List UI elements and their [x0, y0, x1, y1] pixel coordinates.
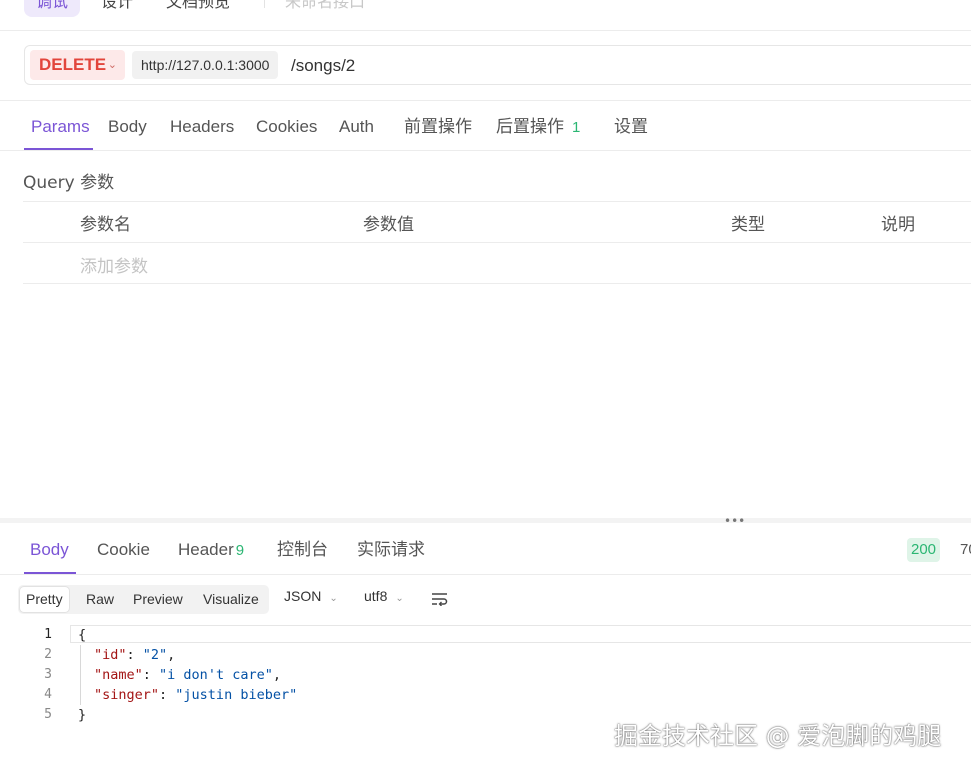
chevron-down-icon: ⌄: [107, 59, 117, 71]
divider: [0, 150, 971, 151]
panel-splitter[interactable]: [0, 518, 971, 523]
response-tab-header[interactable]: Header 9: [178, 533, 244, 567]
divider: [23, 283, 971, 284]
tab-cookies[interactable]: Cookies: [256, 110, 317, 144]
chevron-down-icon: ⌄: [395, 593, 404, 604]
tab-settings[interactable]: 设置: [614, 110, 648, 144]
tab-unnamed-api[interactable]: 未命名接口: [285, 0, 365, 17]
drag-handle-icon[interactable]: •••: [724, 515, 745, 527]
format-preview[interactable]: Preview: [127, 587, 189, 612]
tab-pre-operations[interactable]: 前置操作: [404, 110, 472, 144]
tab-auth[interactable]: Auth: [339, 110, 374, 144]
format-raw[interactable]: Raw: [80, 587, 120, 612]
word-wrap-icon[interactable]: [431, 592, 449, 606]
code-line: {: [78, 627, 87, 643]
response-time: 70: [960, 541, 971, 558]
status-badge: 200: [907, 538, 940, 562]
line-number: 3: [44, 667, 52, 682]
divider: [0, 574, 971, 575]
divider: [0, 100, 971, 101]
indent-guide: [80, 645, 81, 705]
current-line-highlight: [70, 625, 971, 643]
response-tab-cookie[interactable]: Cookie: [97, 533, 150, 567]
tab-headers[interactable]: Headers: [170, 110, 234, 144]
line-number: 5: [44, 707, 52, 722]
response-tab-actual-request[interactable]: 实际请求: [357, 533, 425, 567]
line-number: 4: [44, 687, 52, 702]
column-description: 说明: [881, 215, 915, 235]
code-line: "name": "i don't care",: [94, 667, 281, 683]
format-pretty[interactable]: Pretty: [20, 587, 69, 612]
response-tab-console[interactable]: 控制台: [277, 533, 328, 567]
encoding-select[interactable]: utf8 ⌄: [364, 588, 404, 604]
tab-post-operations[interactable]: 后置操作 1: [496, 110, 580, 144]
add-param-input[interactable]: 添加参数: [80, 252, 148, 277]
column-type: 类型: [731, 215, 765, 235]
url-path-input[interactable]: /songs/2: [291, 46, 355, 86]
format-visualize[interactable]: Visualize: [197, 587, 265, 612]
column-param-value: 参数值: [363, 215, 414, 235]
content-type-select[interactable]: JSON ⌄: [284, 588, 338, 604]
method-label: DELETE: [39, 55, 107, 74]
divider: [23, 201, 971, 202]
code-line: "singer": "justin bieber": [94, 687, 298, 703]
post-operations-count: 1: [572, 119, 581, 136]
tab-doc-preview[interactable]: 文档预览: [166, 0, 230, 17]
chevron-down-icon: ⌄: [329, 593, 338, 604]
top-tab-bar: 调试 设计 文档预览 未命名接口: [0, 0, 971, 31]
tab-params[interactable]: Params: [31, 110, 90, 144]
url-bar: DELETE ⌄ http://127.0.0.1:3000 /songs/2: [24, 45, 971, 85]
divider: [23, 242, 971, 243]
tab-body[interactable]: Body: [108, 110, 147, 144]
line-number: 1: [44, 627, 52, 642]
code-line: "id": "2",: [94, 647, 176, 663]
tab-divider: [264, 0, 265, 8]
format-segmented-control: Pretty Raw Preview Visualize: [18, 585, 269, 614]
base-url-chip[interactable]: http://127.0.0.1:3000: [132, 51, 279, 79]
tab-design[interactable]: 设计: [101, 0, 133, 17]
header-count: 9: [235, 542, 245, 559]
code-line: }: [78, 707, 87, 723]
query-params-title: Query 参数: [23, 173, 115, 193]
line-number: 2: [44, 647, 52, 662]
response-tab-body[interactable]: Body: [30, 533, 69, 567]
watermark: 掘金技术社区 @ 爱泡脚的鸡腿: [614, 722, 942, 750]
method-select[interactable]: DELETE ⌄: [30, 50, 125, 80]
column-param-name: 参数名: [80, 215, 131, 235]
tab-debug[interactable]: 调试: [24, 0, 81, 17]
